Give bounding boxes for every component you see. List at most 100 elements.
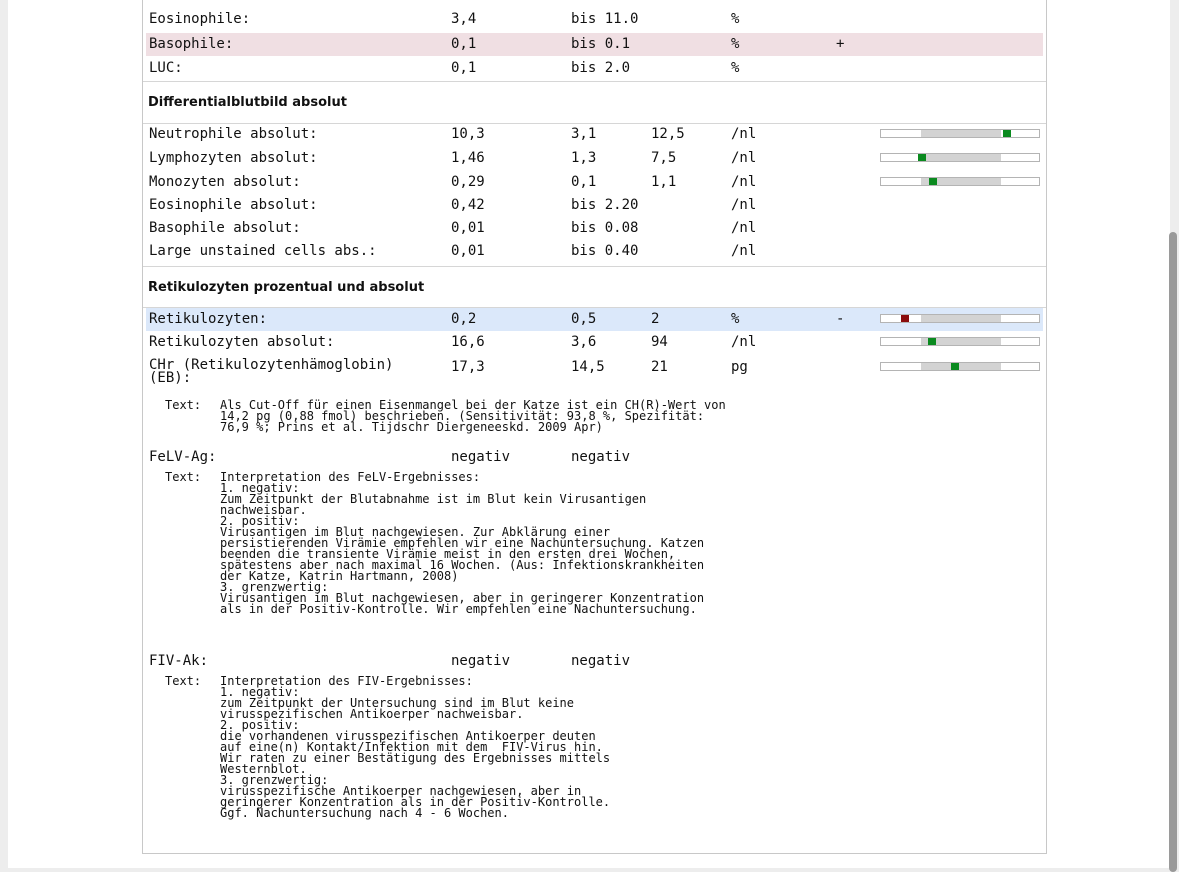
result-value: negativ <box>451 449 511 465</box>
result-row-felv: FeLV-Ag: negativ negativ <box>146 446 1043 466</box>
normal-range <box>921 154 1001 161</box>
result-value: 0,01 <box>451 243 485 259</box>
reference-range: negativ <box>571 653 631 669</box>
comment-felv: Text: Interpretation des FeLV-Ergebnisse… <box>165 470 704 615</box>
result-row-luc-abs: Large unstained cells abs.: 0,01 bis 0.4… <box>146 240 1043 263</box>
result-unit: /nl <box>731 243 757 259</box>
result-name: Eosinophile absolut: <box>149 197 318 213</box>
result-name: Large unstained cells abs.: <box>149 243 377 259</box>
result-name: FIV-Ak: <box>149 653 209 669</box>
result-row-eosinophile: Eosinophile: 3,4 bis 11.0 % <box>146 8 1043 31</box>
result-name: CHr (Retikulozytenhämoglobin) (EB): <box>149 357 394 386</box>
result-name: Basophile absolut: <box>149 220 301 236</box>
result-unit: /nl <box>731 334 757 350</box>
result-name: Lymphozyten absolut: <box>149 150 318 166</box>
reference-range: bis 11.0 <box>571 11 639 27</box>
result-unit: /nl <box>731 197 757 213</box>
result-value: 0,1 <box>451 36 477 52</box>
result-row-fiv: FIV-Ak: negativ negativ <box>146 650 1043 670</box>
result-row-chr: CHr (Retikulozytenhämoglobin) (EB): 17,3… <box>146 356 1043 390</box>
result-value: 3,4 <box>451 11 477 27</box>
reference-range: negativ <box>571 449 631 465</box>
reference-low: 0,1 <box>571 174 597 190</box>
result-value: 1,46 <box>451 150 485 166</box>
result-value: 0,29 <box>451 174 485 190</box>
result-unit: % <box>731 311 740 327</box>
result-value: 10,3 <box>451 126 485 142</box>
result-row-retikulozyten: Retikulozyten: 0,2 0,5 2 % - <box>146 308 1043 331</box>
result-row-neutrophile: Neutrophile absolut: 10,3 3,1 12,5 /nl <box>146 123 1043 146</box>
result-name: Retikulozyten: <box>149 311 268 327</box>
value-marker <box>951 363 959 370</box>
reference-high: 7,5 <box>651 150 677 166</box>
reference-range: bis 2.0 <box>571 60 631 76</box>
result-unit: /nl <box>731 220 757 236</box>
reference-high: 21 <box>651 359 668 375</box>
comment-label: Text: <box>165 470 202 484</box>
result-unit: % <box>731 60 740 76</box>
range-bar <box>880 314 1040 323</box>
range-bar <box>880 177 1040 186</box>
result-name: Neutrophile absolut: <box>149 126 318 142</box>
comment-text: Als Cut-Off für einen Eisenmangel bei de… <box>220 398 726 434</box>
section-title-retikulozyten: Retikulozyten prozentual und absolut <box>148 280 425 295</box>
reference-high: 1,1 <box>651 174 677 190</box>
comment-fiv: Text: Interpretation des FIV-Ergebnisses… <box>165 674 610 819</box>
result-unit: % <box>731 36 740 52</box>
section-divider <box>143 81 1046 82</box>
section-title-differential: Differentialblutbild absolut <box>148 95 347 110</box>
result-name: FeLV-Ag: <box>149 449 217 465</box>
reference-high: 94 <box>651 334 668 350</box>
high-flag: + <box>836 36 845 52</box>
result-row-lymphozyten: Lymphozyten absolut: 1,46 1,3 7,5 /nl <box>146 147 1043 170</box>
reference-high: 2 <box>651 311 660 327</box>
result-value: negativ <box>451 653 511 669</box>
lab-report: Eosinophile: 3,4 bis 11.0 % Basophile: 0… <box>142 0 1047 854</box>
reference-range: bis 0.08 <box>571 220 639 236</box>
result-value: 0,2 <box>451 311 477 327</box>
value-marker <box>901 315 909 322</box>
result-name: LUC: <box>149 60 183 76</box>
range-bar <box>880 153 1040 162</box>
reference-low: 1,3 <box>571 150 597 166</box>
value-marker <box>928 338 936 345</box>
result-name: Retikulozyten absolut: <box>149 334 335 350</box>
range-bar <box>880 337 1040 346</box>
normal-range <box>921 363 1001 370</box>
result-name: Eosinophile: <box>149 11 251 27</box>
result-row-monozyten: Monozyten absolut: 0,29 0,1 1,1 /nl <box>146 171 1043 194</box>
result-unit: /nl <box>731 126 757 142</box>
range-bar <box>880 129 1040 138</box>
result-value: 17,3 <box>451 359 485 375</box>
section-divider <box>143 266 1046 267</box>
low-flag: - <box>836 311 845 327</box>
result-row-retikulozyten-abs: Retikulozyten absolut: 16,6 3,6 94 /nl <box>146 331 1043 354</box>
result-value: 0,01 <box>451 220 485 236</box>
reference-low: 3,6 <box>571 334 597 350</box>
reference-range: bis 0.40 <box>571 243 639 259</box>
vertical-scrollbar[interactable] <box>1169 232 1177 872</box>
result-value: 0,1 <box>451 60 477 76</box>
result-value: 0,42 <box>451 197 485 213</box>
value-marker <box>1003 130 1011 137</box>
range-bar <box>880 362 1040 371</box>
comment-chr: Text: Als Cut-Off für einen Eisenmangel … <box>165 399 726 444</box>
result-name: Monozyten absolut: <box>149 174 301 190</box>
comment-text: Interpretation des FeLV-Ergebnisses: 1. … <box>220 470 705 616</box>
result-unit: /nl <box>731 174 757 190</box>
result-name: Basophile: <box>149 36 234 52</box>
result-unit: pg <box>731 359 748 375</box>
comment-label: Text: <box>165 674 202 688</box>
result-value: 16,6 <box>451 334 485 350</box>
reference-low: 14,5 <box>571 359 605 375</box>
result-unit: /nl <box>731 150 757 166</box>
reference-low: 3,1 <box>571 126 597 142</box>
comment-text: Interpretation des FIV-Ergebnisses: 1. n… <box>220 674 611 820</box>
result-unit: % <box>731 11 740 27</box>
report-page: Eosinophile: 3,4 bis 11.0 % Basophile: 0… <box>8 0 1177 872</box>
result-row-luc: LUC: 0,1 bis 2.0 % <box>146 57 1043 80</box>
reference-range: bis 2.20 <box>571 197 639 213</box>
normal-range <box>921 315 1001 322</box>
result-row-basophile: Basophile: 0,1 bis 0.1 % + <box>146 33 1043 56</box>
reference-low: 0,5 <box>571 311 597 327</box>
